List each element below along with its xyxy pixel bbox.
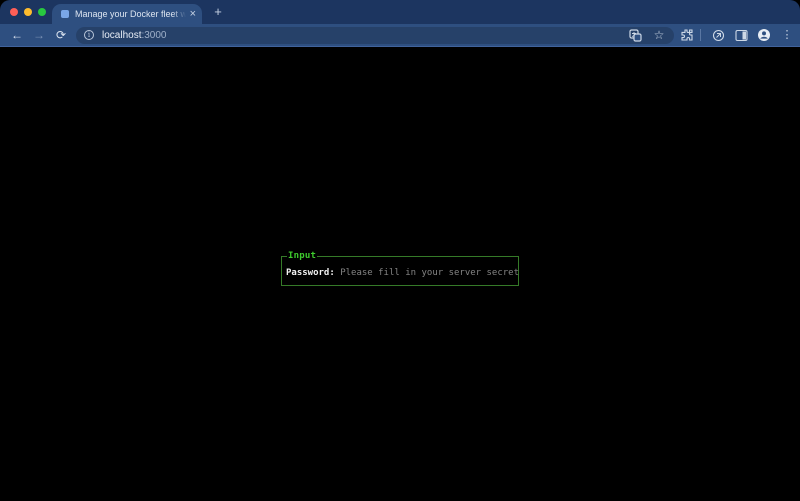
tab-title-fade bbox=[172, 9, 186, 19]
reload-icon[interactable]: ⟳ bbox=[52, 26, 70, 44]
translate-icon[interactable] bbox=[628, 28, 642, 42]
url-host: localhost bbox=[102, 30, 141, 41]
url-port: :3000 bbox=[141, 30, 166, 41]
minimize-window-icon[interactable] bbox=[24, 8, 32, 16]
new-tab-button[interactable]: + bbox=[210, 4, 226, 20]
browser-window: Manage your Docker fleet wi × + ← → ⟳ i … bbox=[0, 0, 800, 501]
password-placeholder: Please fill in your server secret bbox=[335, 268, 519, 278]
profile-avatar-icon[interactable] bbox=[757, 28, 771, 42]
url-text: localhost:3000 bbox=[102, 30, 167, 41]
tab-favicon-icon bbox=[61, 10, 69, 18]
tab-title: Manage your Docker fleet wi bbox=[75, 9, 186, 19]
password-field[interactable]: Password: Please fill in your server sec… bbox=[286, 268, 514, 278]
password-input-box[interactable]: Input Password: Please fill in your serv… bbox=[281, 256, 519, 286]
back-icon[interactable]: ← bbox=[8, 26, 26, 44]
password-label: Password: bbox=[286, 268, 335, 278]
address-bar[interactable]: i localhost:3000 ☆ bbox=[76, 27, 674, 44]
page-content: Input Password: Please fill in your serv… bbox=[0, 47, 800, 501]
input-box-title: Input bbox=[287, 251, 317, 261]
traffic-lights bbox=[10, 8, 46, 16]
tab-strip: Manage your Docker fleet wi × + bbox=[0, 0, 800, 24]
browser-toolbar: ← → ⟳ i localhost:3000 ☆ bbox=[0, 24, 800, 47]
close-window-icon[interactable] bbox=[10, 8, 18, 16]
side-panel-icon[interactable] bbox=[734, 28, 748, 42]
tab-title-text: Manage your Docker fleet wi bbox=[75, 9, 186, 19]
forward-icon[interactable]: → bbox=[30, 26, 48, 44]
toolbar-separator bbox=[700, 29, 701, 41]
pinned-extension-icon[interactable] bbox=[711, 28, 725, 42]
maximize-window-icon[interactable] bbox=[38, 8, 46, 16]
browser-tab[interactable]: Manage your Docker fleet wi × bbox=[52, 4, 202, 24]
tab-close-icon[interactable]: × bbox=[190, 9, 196, 20]
toolbar-right-icons: ⋮ bbox=[711, 28, 794, 42]
omnibox-icons: ☆ bbox=[628, 28, 666, 42]
site-info-icon[interactable]: i bbox=[84, 30, 94, 40]
extensions-puzzle-icon[interactable] bbox=[680, 28, 694, 42]
browser-menu-icon[interactable]: ⋮ bbox=[780, 28, 794, 42]
bookmark-star-icon[interactable]: ☆ bbox=[652, 28, 666, 42]
